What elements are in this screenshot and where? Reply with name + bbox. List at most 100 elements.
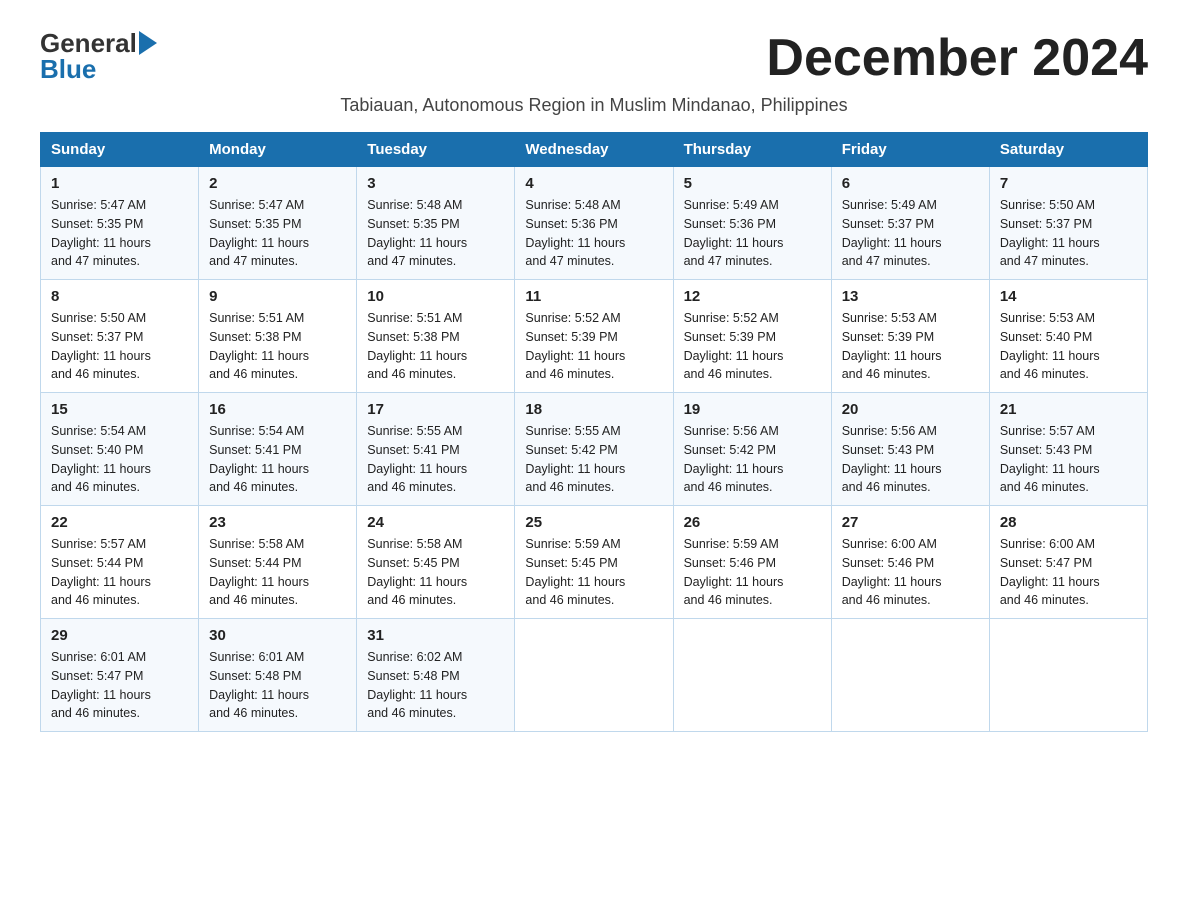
calendar-day-cell: 26 Sunrise: 5:59 AMSunset: 5:46 PMDaylig… (673, 506, 831, 619)
calendar-day-cell: 21 Sunrise: 5:57 AMSunset: 5:43 PMDaylig… (989, 393, 1147, 506)
day-info: Sunrise: 5:58 AMSunset: 5:44 PMDaylight:… (209, 537, 309, 607)
day-info: Sunrise: 5:57 AMSunset: 5:44 PMDaylight:… (51, 537, 151, 607)
day-info: Sunrise: 6:00 AMSunset: 5:47 PMDaylight:… (1000, 537, 1100, 607)
day-info: Sunrise: 5:55 AMSunset: 5:41 PMDaylight:… (367, 424, 467, 494)
calendar-week-row: 8 Sunrise: 5:50 AMSunset: 5:37 PMDayligh… (41, 280, 1148, 393)
day-info: Sunrise: 5:49 AMSunset: 5:37 PMDaylight:… (842, 198, 942, 268)
day-info: Sunrise: 5:53 AMSunset: 5:39 PMDaylight:… (842, 311, 942, 381)
day-info: Sunrise: 6:02 AMSunset: 5:48 PMDaylight:… (367, 650, 467, 720)
day-number: 6 (842, 175, 979, 192)
calendar-day-cell: 25 Sunrise: 5:59 AMSunset: 5:45 PMDaylig… (515, 506, 673, 619)
day-number: 1 (51, 175, 188, 192)
day-number: 4 (525, 175, 662, 192)
calendar-day-cell: 19 Sunrise: 5:56 AMSunset: 5:42 PMDaylig… (673, 393, 831, 506)
day-number: 16 (209, 401, 346, 418)
day-number: 15 (51, 401, 188, 418)
day-number: 10 (367, 288, 504, 305)
logo-arrow-icon (139, 31, 157, 55)
calendar-day-cell: 18 Sunrise: 5:55 AMSunset: 5:42 PMDaylig… (515, 393, 673, 506)
day-info: Sunrise: 6:01 AMSunset: 5:48 PMDaylight:… (209, 650, 309, 720)
calendar-day-cell: 16 Sunrise: 5:54 AMSunset: 5:41 PMDaylig… (199, 393, 357, 506)
day-number: 13 (842, 288, 979, 305)
day-number: 8 (51, 288, 188, 305)
day-info: Sunrise: 6:00 AMSunset: 5:46 PMDaylight:… (842, 537, 942, 607)
calendar-day-cell: 1 Sunrise: 5:47 AMSunset: 5:35 PMDayligh… (41, 167, 199, 280)
day-info: Sunrise: 5:50 AMSunset: 5:37 PMDaylight:… (51, 311, 151, 381)
day-info: Sunrise: 5:56 AMSunset: 5:42 PMDaylight:… (684, 424, 784, 494)
calendar-week-row: 29 Sunrise: 6:01 AMSunset: 5:47 PMDaylig… (41, 619, 1148, 732)
day-info: Sunrise: 5:59 AMSunset: 5:46 PMDaylight:… (684, 537, 784, 607)
day-info: Sunrise: 5:55 AMSunset: 5:42 PMDaylight:… (525, 424, 625, 494)
day-info: Sunrise: 5:52 AMSunset: 5:39 PMDaylight:… (684, 311, 784, 381)
day-number: 14 (1000, 288, 1137, 305)
day-number: 30 (209, 627, 346, 644)
weekday-header-sunday: Sunday (41, 133, 199, 167)
day-info: Sunrise: 5:52 AMSunset: 5:39 PMDaylight:… (525, 311, 625, 381)
calendar-empty-cell (515, 619, 673, 732)
day-number: 21 (1000, 401, 1137, 418)
day-number: 24 (367, 514, 504, 531)
calendar-day-cell: 10 Sunrise: 5:51 AMSunset: 5:38 PMDaylig… (357, 280, 515, 393)
day-number: 23 (209, 514, 346, 531)
day-info: Sunrise: 5:47 AMSunset: 5:35 PMDaylight:… (51, 198, 151, 268)
calendar-day-cell: 24 Sunrise: 5:58 AMSunset: 5:45 PMDaylig… (357, 506, 515, 619)
day-info: Sunrise: 5:51 AMSunset: 5:38 PMDaylight:… (209, 311, 309, 381)
day-info: Sunrise: 5:59 AMSunset: 5:45 PMDaylight:… (525, 537, 625, 607)
day-info: Sunrise: 5:54 AMSunset: 5:40 PMDaylight:… (51, 424, 151, 494)
day-info: Sunrise: 5:57 AMSunset: 5:43 PMDaylight:… (1000, 424, 1100, 494)
subtitle: Tabiauan, Autonomous Region in Muslim Mi… (40, 95, 1148, 116)
calendar-table: SundayMondayTuesdayWednesdayThursdayFrid… (40, 132, 1148, 732)
day-number: 22 (51, 514, 188, 531)
calendar-day-cell: 17 Sunrise: 5:55 AMSunset: 5:41 PMDaylig… (357, 393, 515, 506)
day-info: Sunrise: 5:47 AMSunset: 5:35 PMDaylight:… (209, 198, 309, 268)
calendar-empty-cell (989, 619, 1147, 732)
logo: General Blue (40, 30, 157, 82)
calendar-day-cell: 23 Sunrise: 5:58 AMSunset: 5:44 PMDaylig… (199, 506, 357, 619)
day-number: 11 (525, 288, 662, 305)
calendar-day-cell: 31 Sunrise: 6:02 AMSunset: 5:48 PMDaylig… (357, 619, 515, 732)
day-info: Sunrise: 5:51 AMSunset: 5:38 PMDaylight:… (367, 311, 467, 381)
day-info: Sunrise: 5:48 AMSunset: 5:35 PMDaylight:… (367, 198, 467, 268)
calendar-day-cell: 20 Sunrise: 5:56 AMSunset: 5:43 PMDaylig… (831, 393, 989, 506)
day-info: Sunrise: 5:56 AMSunset: 5:43 PMDaylight:… (842, 424, 942, 494)
day-number: 25 (525, 514, 662, 531)
day-number: 26 (684, 514, 821, 531)
day-number: 27 (842, 514, 979, 531)
weekday-header-thursday: Thursday (673, 133, 831, 167)
day-number: 17 (367, 401, 504, 418)
day-number: 20 (842, 401, 979, 418)
calendar-day-cell: 29 Sunrise: 6:01 AMSunset: 5:47 PMDaylig… (41, 619, 199, 732)
day-info: Sunrise: 5:48 AMSunset: 5:36 PMDaylight:… (525, 198, 625, 268)
calendar-day-cell: 9 Sunrise: 5:51 AMSunset: 5:38 PMDayligh… (199, 280, 357, 393)
weekday-header-saturday: Saturday (989, 133, 1147, 167)
calendar-empty-cell (831, 619, 989, 732)
day-info: Sunrise: 5:50 AMSunset: 5:37 PMDaylight:… (1000, 198, 1100, 268)
month-title: December 2024 (766, 30, 1148, 87)
day-info: Sunrise: 6:01 AMSunset: 5:47 PMDaylight:… (51, 650, 151, 720)
day-number: 19 (684, 401, 821, 418)
calendar-day-cell: 3 Sunrise: 5:48 AMSunset: 5:35 PMDayligh… (357, 167, 515, 280)
weekday-header-tuesday: Tuesday (357, 133, 515, 167)
day-number: 29 (51, 627, 188, 644)
calendar-day-cell: 12 Sunrise: 5:52 AMSunset: 5:39 PMDaylig… (673, 280, 831, 393)
calendar-day-cell: 15 Sunrise: 5:54 AMSunset: 5:40 PMDaylig… (41, 393, 199, 506)
day-info: Sunrise: 5:53 AMSunset: 5:40 PMDaylight:… (1000, 311, 1100, 381)
day-number: 2 (209, 175, 346, 192)
weekday-header-friday: Friday (831, 133, 989, 167)
day-info: Sunrise: 5:54 AMSunset: 5:41 PMDaylight:… (209, 424, 309, 494)
calendar-day-cell: 28 Sunrise: 6:00 AMSunset: 5:47 PMDaylig… (989, 506, 1147, 619)
calendar-day-cell: 11 Sunrise: 5:52 AMSunset: 5:39 PMDaylig… (515, 280, 673, 393)
calendar-day-cell: 27 Sunrise: 6:00 AMSunset: 5:46 PMDaylig… (831, 506, 989, 619)
calendar-day-cell: 22 Sunrise: 5:57 AMSunset: 5:44 PMDaylig… (41, 506, 199, 619)
day-info: Sunrise: 5:49 AMSunset: 5:36 PMDaylight:… (684, 198, 784, 268)
day-number: 3 (367, 175, 504, 192)
calendar-week-row: 1 Sunrise: 5:47 AMSunset: 5:35 PMDayligh… (41, 167, 1148, 280)
day-number: 18 (525, 401, 662, 418)
calendar-day-cell: 14 Sunrise: 5:53 AMSunset: 5:40 PMDaylig… (989, 280, 1147, 393)
page-header: General Blue December 2024 (40, 30, 1148, 87)
day-number: 12 (684, 288, 821, 305)
logo-blue-text: Blue (40, 56, 96, 82)
calendar-day-cell: 30 Sunrise: 6:01 AMSunset: 5:48 PMDaylig… (199, 619, 357, 732)
calendar-week-row: 15 Sunrise: 5:54 AMSunset: 5:40 PMDaylig… (41, 393, 1148, 506)
calendar-day-cell: 5 Sunrise: 5:49 AMSunset: 5:36 PMDayligh… (673, 167, 831, 280)
